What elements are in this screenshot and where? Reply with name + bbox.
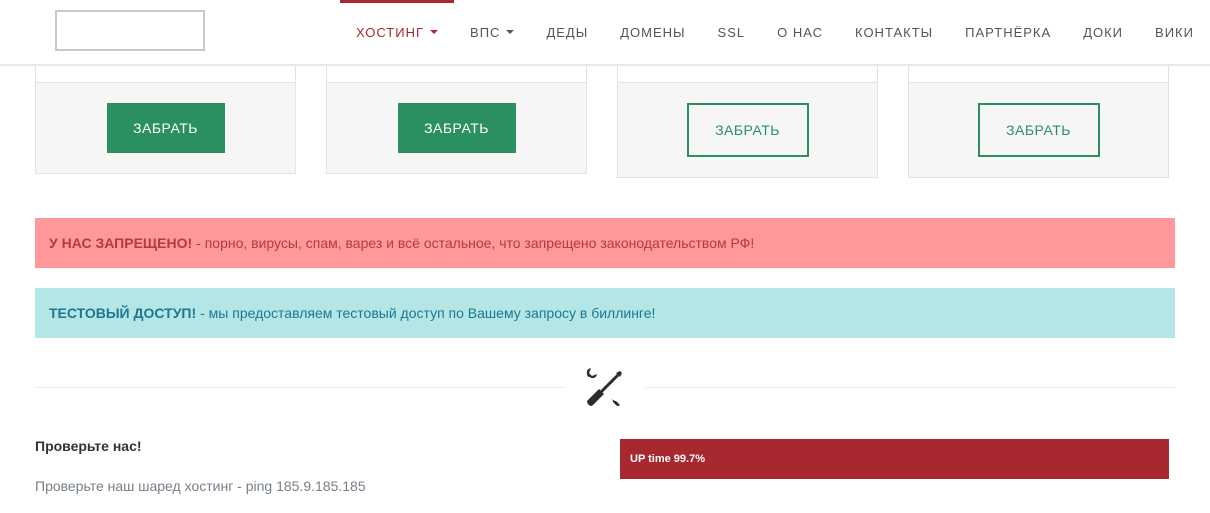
nav-item-vps[interactable]: ВПС [454,0,530,64]
nav-item-wiki[interactable]: ВИКИ [1139,0,1210,64]
uptime-label: UP time 99.7% [630,453,706,465]
get-plan-button[interactable]: ЗАБРАТЬ [977,103,1100,157]
tools-icon [586,368,622,406]
check-us-heading: Проверьте нас! [35,438,142,454]
uptime-progress-fill: UP time 99.7% [620,439,1169,479]
plan-card-footer: ЗАБРАТЬ [36,83,295,173]
forbidden-alert: У НАС ЗАПРЕЩЕНО! - порно, вирусы, спам, … [35,218,1175,268]
nav-item-label: ПАРТНЁРКА [965,24,1052,40]
get-plan-button[interactable]: ЗАБРАТЬ [106,103,225,153]
nav-item-partners[interactable]: ПАРТНЁРКА [949,0,1067,64]
nav-item-ssl[interactable]: SSL [702,0,762,64]
get-plan-button[interactable]: ЗАБРАТЬ [397,103,516,153]
nav-item-contacts[interactable]: КОНТАКТЫ [839,0,949,64]
alert-text: - мы предоставляем тестовый доступ по Ва… [200,305,656,321]
caret-down-icon [506,30,515,34]
test-access-alert: ТЕСТОВЫЙ ДОСТУП! - мы предоставляем тест… [35,288,1175,338]
nav-item-dedicated[interactable]: ДЕДЫ [530,0,604,64]
nav-item-label: SSL [717,24,746,40]
nav-item-domains[interactable]: ДОМЕНЫ [604,0,701,64]
plan-card-footer: ЗАБРАТЬ [618,83,877,177]
get-plan-button[interactable]: ЗАБРАТЬ [686,103,809,157]
site-header: ХОСТИНГ ВПС ДЕДЫ ДОМЕНЫ SSL О НАС КОНТАК… [0,0,1210,66]
plan-card-footer: ЗАБРАТЬ [327,83,586,173]
nav-item-label: ДОМЕНЫ [620,24,686,40]
divider-line [645,387,1175,388]
nav-item-label: ВПС [470,24,501,40]
alert-text: - порно, вирусы, спам, варез и всё остал… [196,235,755,251]
uptime-progress-bar: UP time 99.7% [620,439,1169,479]
nav-item-label: ДЕДЫ [546,24,589,40]
nav-item-label: ДОКИ [1083,24,1124,40]
alert-title: У НАС ЗАПРЕЩЕНО! [49,235,193,251]
nav-item-label: ХОСТИНГ [356,24,425,40]
plan-card-footer: ЗАБРАТЬ [909,83,1168,177]
nav-item-label: ВИКИ [1155,24,1194,40]
check-us-text: Проверьте наш шаред хостинг - ping 185.9… [35,478,366,494]
divider-line [35,387,565,388]
nav-item-about[interactable]: О НАС [761,0,839,64]
nav-item-hosting[interactable]: ХОСТИНГ [340,0,455,64]
nav-item-label: КОНТАКТЫ [855,24,934,40]
alert-title: ТЕСТОВЫЙ ДОСТУП! [49,305,197,321]
nav-item-label: О НАС [777,24,824,40]
caret-down-icon [430,30,439,34]
main-nav: ХОСТИНГ ВПС ДЕДЫ ДОМЕНЫ SSL О НАС КОНТАК… [340,0,1210,64]
site-logo[interactable] [55,10,205,51]
nav-item-docs[interactable]: ДОКИ [1067,0,1139,64]
